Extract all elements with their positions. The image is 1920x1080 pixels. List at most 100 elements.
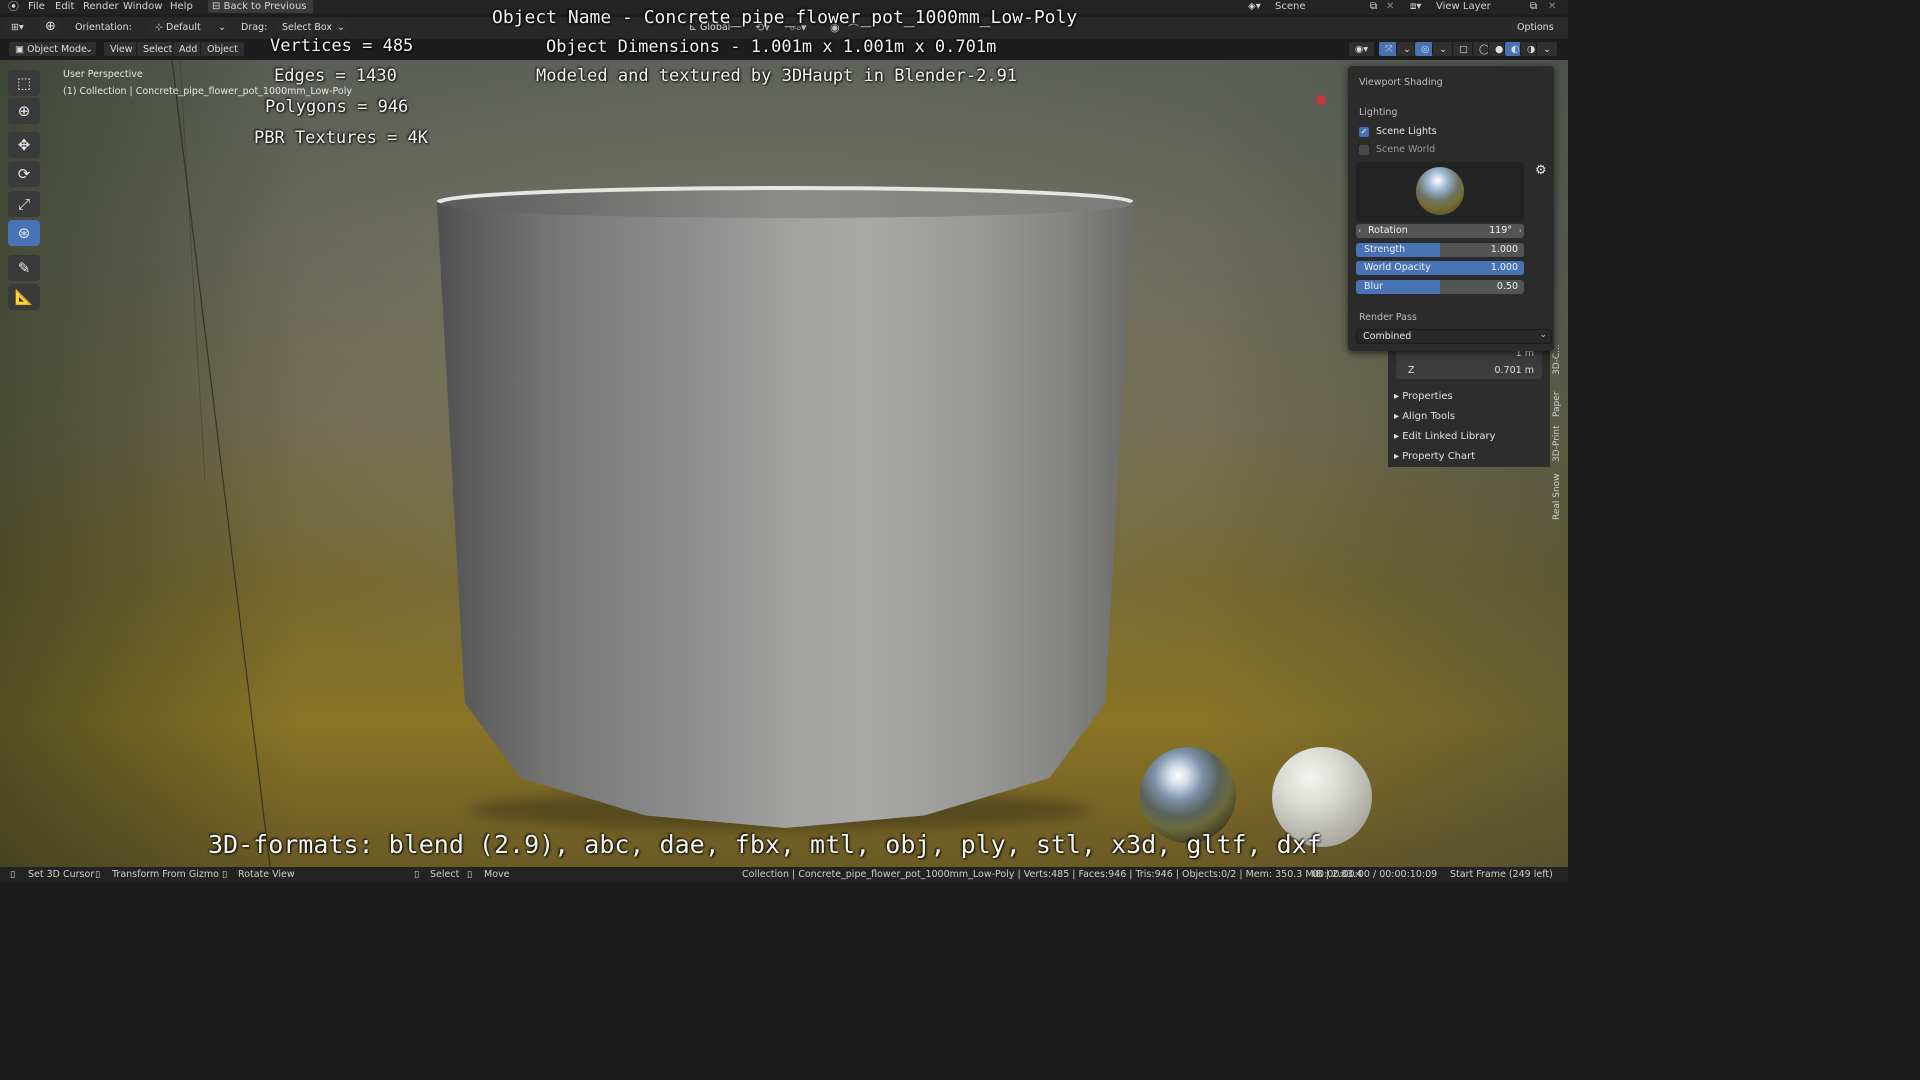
menu-window[interactable]: Window — [123, 0, 162, 13]
rotation-value: 119° — [1489, 225, 1512, 236]
view-layer-name[interactable]: View Layer — [1436, 0, 1491, 13]
edges-count: Edges = 1430 — [274, 66, 397, 86]
editor-type-icon[interactable]: ⊞▾ — [6, 19, 29, 36]
status-set-cursor: Set 3D Cursor — [28, 869, 95, 880]
dimension-z-field[interactable]: Z 0.701 m — [1396, 363, 1542, 379]
panel-properties[interactable]: ▸ Properties — [1394, 391, 1453, 402]
strength-label: Strength — [1364, 244, 1406, 255]
world-opacity-slider[interactable]: World Opacity 1.000 — [1356, 261, 1524, 275]
tab-paper[interactable]: Paper — [1552, 388, 1568, 420]
mode-value: Object Mode — [27, 44, 87, 55]
remove-view-layer-icon[interactable]: ✕ — [1548, 0, 1556, 13]
hdri-preview-box[interactable] — [1356, 162, 1524, 222]
panel-align-tools-label: Align Tools — [1402, 411, 1456, 422]
orientation-dropdown[interactable]: ⊹ Default ⌄ — [150, 19, 230, 36]
expand-icon: ▸ — [1394, 451, 1403, 462]
tab-real-snow[interactable]: Real Snow — [1552, 472, 1568, 522]
tab-3d-print[interactable]: 3D-Print — [1552, 424, 1568, 464]
chevron-left-icon[interactable]: ‹ — [1358, 224, 1361, 238]
collection-label: (1) Collection | Concrete_pipe_flower_po… — [63, 86, 352, 97]
view-layer-icon[interactable]: ⧈▾ — [1410, 0, 1421, 13]
chevron-down-icon[interactable]: ⌄ — [1536, 41, 1558, 57]
checkbox-empty-icon — [1359, 145, 1369, 155]
transform-tool-icon[interactable]: ⊛ — [8, 220, 40, 246]
expand-icon: ▸ — [1394, 431, 1403, 442]
status-bar: ▯ Set 3D Cursor ▯ Transform From Gizmo ▯… — [0, 867, 1568, 882]
rotation-slider[interactable]: ‹ Rotation 119° › — [1356, 224, 1524, 238]
remove-scene-icon[interactable]: ✕ — [1386, 0, 1394, 13]
object-mode-icon: ▣ — [15, 44, 24, 55]
scale-tool-icon[interactable]: ⤢ — [8, 191, 40, 217]
chevron-right-icon[interactable]: › — [1519, 224, 1522, 238]
measure-tool-icon[interactable]: 📐 — [8, 284, 40, 310]
menu-file[interactable]: File — [28, 0, 45, 13]
chevron-down-icon: ⌄ — [1539, 330, 1547, 340]
blur-label: Blur — [1364, 281, 1384, 292]
pot-rim-inner — [441, 190, 1131, 218]
select-box-tool-icon[interactable]: ⬚ — [8, 70, 40, 96]
panel-properties-label: Properties — [1402, 391, 1453, 402]
viewport-shading-popover: Viewport Shading Lighting ✓ Scene Lights… — [1348, 66, 1554, 351]
strength-value: 1.000 — [1490, 244, 1518, 255]
mode-dropdown[interactable]: ▣ Object Mode ⌄ — [8, 41, 97, 57]
checkmark-icon: ✓ — [1359, 127, 1369, 137]
menu-render[interactable]: Render — [83, 0, 119, 13]
drag-value: Select Box — [282, 22, 332, 33]
chevron-down-icon: ⌄ — [218, 22, 226, 33]
textures-info: PBR Textures = 4K — [254, 128, 428, 148]
perspective-label: User Perspective — [63, 69, 143, 80]
dimension-z-label: Z — [1408, 365, 1415, 376]
options-dropdown[interactable]: Options ⌄ — [1512, 19, 1568, 50]
scene-name[interactable]: Scene — [1275, 0, 1306, 13]
menu-view[interactable]: View — [103, 41, 140, 57]
gear-icon[interactable]: ⚙ — [1535, 163, 1547, 178]
sidebar-n-panel: 1 m Z 0.701 m ▸ Properties ▸ Align Tools… — [1388, 347, 1550, 467]
render-pass-dropdown[interactable]: Combined ⌄ — [1356, 329, 1552, 344]
chevron-down-icon[interactable]: ⌄ — [1432, 41, 1454, 57]
tab-3d-cursor[interactable]: 3D-C... — [1552, 340, 1568, 380]
blur-slider[interactable]: Blur 0.50 — [1356, 280, 1524, 294]
options-label: Options — [1517, 22, 1554, 33]
scene-selector-icon[interactable]: ◈▾ — [1248, 0, 1261, 13]
hdri-preview-sphere — [1140, 747, 1236, 843]
menu-object[interactable]: Object — [200, 41, 245, 57]
expand-icon: ▸ — [1394, 411, 1403, 422]
cursor-tool-icon[interactable]: ⊕ — [8, 98, 40, 124]
timecode: 00:00:00:00 / 00:00:10:09 — [1312, 869, 1438, 880]
move-tool-icon[interactable]: ✥ — [8, 132, 40, 158]
object-dimensions: Object Dimensions - 1.001m x 1.001m x 0.… — [546, 37, 997, 57]
mouse-right-icon: ▯ — [222, 869, 228, 880]
drag-dropdown[interactable]: Select Box ⌄ — [277, 19, 349, 36]
concrete-pot-model[interactable] — [437, 203, 1133, 828]
panel-property-chart[interactable]: ▸ Property Chart — [1394, 451, 1475, 462]
panel-edit-linked-library[interactable]: ▸ Edit Linked Library — [1394, 431, 1496, 442]
panel-align-tools[interactable]: ▸ Align Tools — [1394, 411, 1455, 422]
formats-caption: 3D-formats: blend (2.9), abc, dae, fbx, … — [208, 830, 1322, 859]
menu-help[interactable]: Help — [170, 0, 193, 13]
grid-line — [171, 60, 271, 867]
annotate-tool-icon[interactable]: ✎ — [8, 255, 40, 281]
panel-edit-linked-library-label: Edit Linked Library — [1402, 431, 1496, 442]
status-select: Select — [430, 869, 460, 880]
active-tool-icon[interactable]: ⊕ — [40, 18, 61, 35]
back-to-previous-button[interactable]: ⊟ Back to Previous — [208, 0, 313, 13]
mouse-left-icon: ▯ — [10, 869, 16, 880]
scene-world-label: Scene World — [1376, 144, 1436, 155]
new-scene-icon[interactable]: ⧉ — [1370, 0, 1377, 13]
rotate-tool-icon[interactable]: ⟳ — [8, 161, 40, 187]
expand-icon: ▸ — [1394, 391, 1403, 402]
strength-slider[interactable]: Strength 1.000 — [1356, 243, 1524, 257]
object-name-title: Object Name - Concrete_pipe_flower_pot_1… — [492, 7, 1078, 28]
orientation-value: Default — [166, 22, 201, 33]
rotation-label: Rotation — [1368, 225, 1408, 236]
lighting-label: Lighting — [1359, 107, 1398, 118]
mouse-middle-icon: ▯ — [95, 869, 101, 880]
new-view-layer-icon[interactable]: ⧉ — [1530, 0, 1537, 13]
gizmo-x-axis-icon[interactable] — [1316, 95, 1326, 105]
blender-logo-icon[interactable]: ⦿ — [8, 0, 19, 13]
menu-edit[interactable]: Edit — [55, 0, 74, 13]
world-opacity-value: 1.000 — [1490, 262, 1518, 273]
polygons-count: Polygons = 946 — [265, 97, 409, 117]
visibility-icon[interactable]: ◉▾ — [1348, 41, 1376, 57]
scene-statistics: Collection | Concrete_pipe_flower_pot_10… — [742, 869, 1363, 880]
